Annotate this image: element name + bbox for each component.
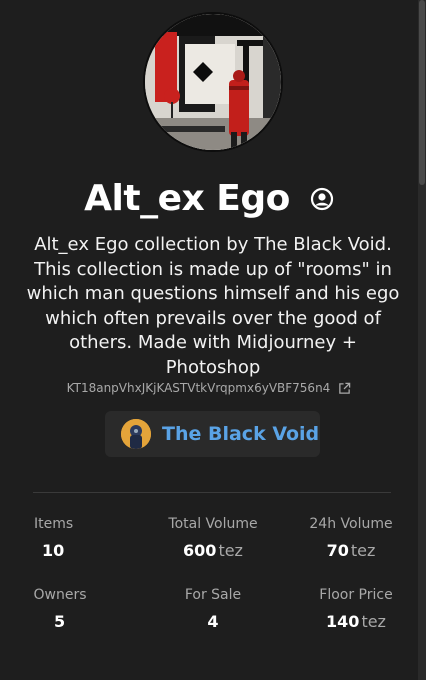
stat-for-sale-value: 4 [207,612,219,631]
creator-avatar-image [121,419,151,449]
contract-address[interactable]: KT18anpVhxJKjKASTVtkVrqpmx6yVBF756n4 [67,381,331,395]
stat-floor-price-label: Floor Price [319,587,393,603]
external-link-icon[interactable] [338,382,351,395]
stat-floor-price-value: 140 tez [326,612,386,631]
collection-artwork [145,14,281,150]
creator-avatar [121,419,151,449]
stat-total-volume: Total Volume 600 tez [157,516,269,560]
stat-for-sale: For Sale 4 [172,587,254,631]
stat-items-value: 10 [42,541,65,560]
stat-for-sale-label: For Sale [184,587,242,603]
stat-owners: Owners 5 [30,587,90,631]
collection-avatar [143,12,283,152]
creator-name[interactable]: The Black Void [162,423,319,445]
scrollbar[interactable] [418,0,426,680]
stat-items: Items 10 [34,516,73,560]
stat-24h-volume-value: 70 tez [326,541,376,560]
user-circle-icon[interactable] [310,187,334,211]
stat-owners-label: Owners [33,587,87,603]
collection-title: Alt_ex Ego [84,178,290,219]
collection-description: Alt_ex Ego collection by The Black Void.… [26,234,400,378]
divider [33,492,391,493]
stat-total-volume-value: 600 tez [183,541,243,560]
creator-button[interactable]: The Black Void [105,411,320,457]
stat-floor-price: Floor Price 140 tez [310,587,402,631]
stat-items-label: Items [34,516,74,532]
stat-total-volume-label: Total Volume [168,516,258,532]
stat-24h-volume: 24h Volume 70 tez [304,516,398,560]
scrollbar-thumb[interactable] [419,0,425,185]
stat-owners-value: 5 [54,612,66,631]
stat-24h-volume-label: 24h Volume [309,516,393,532]
